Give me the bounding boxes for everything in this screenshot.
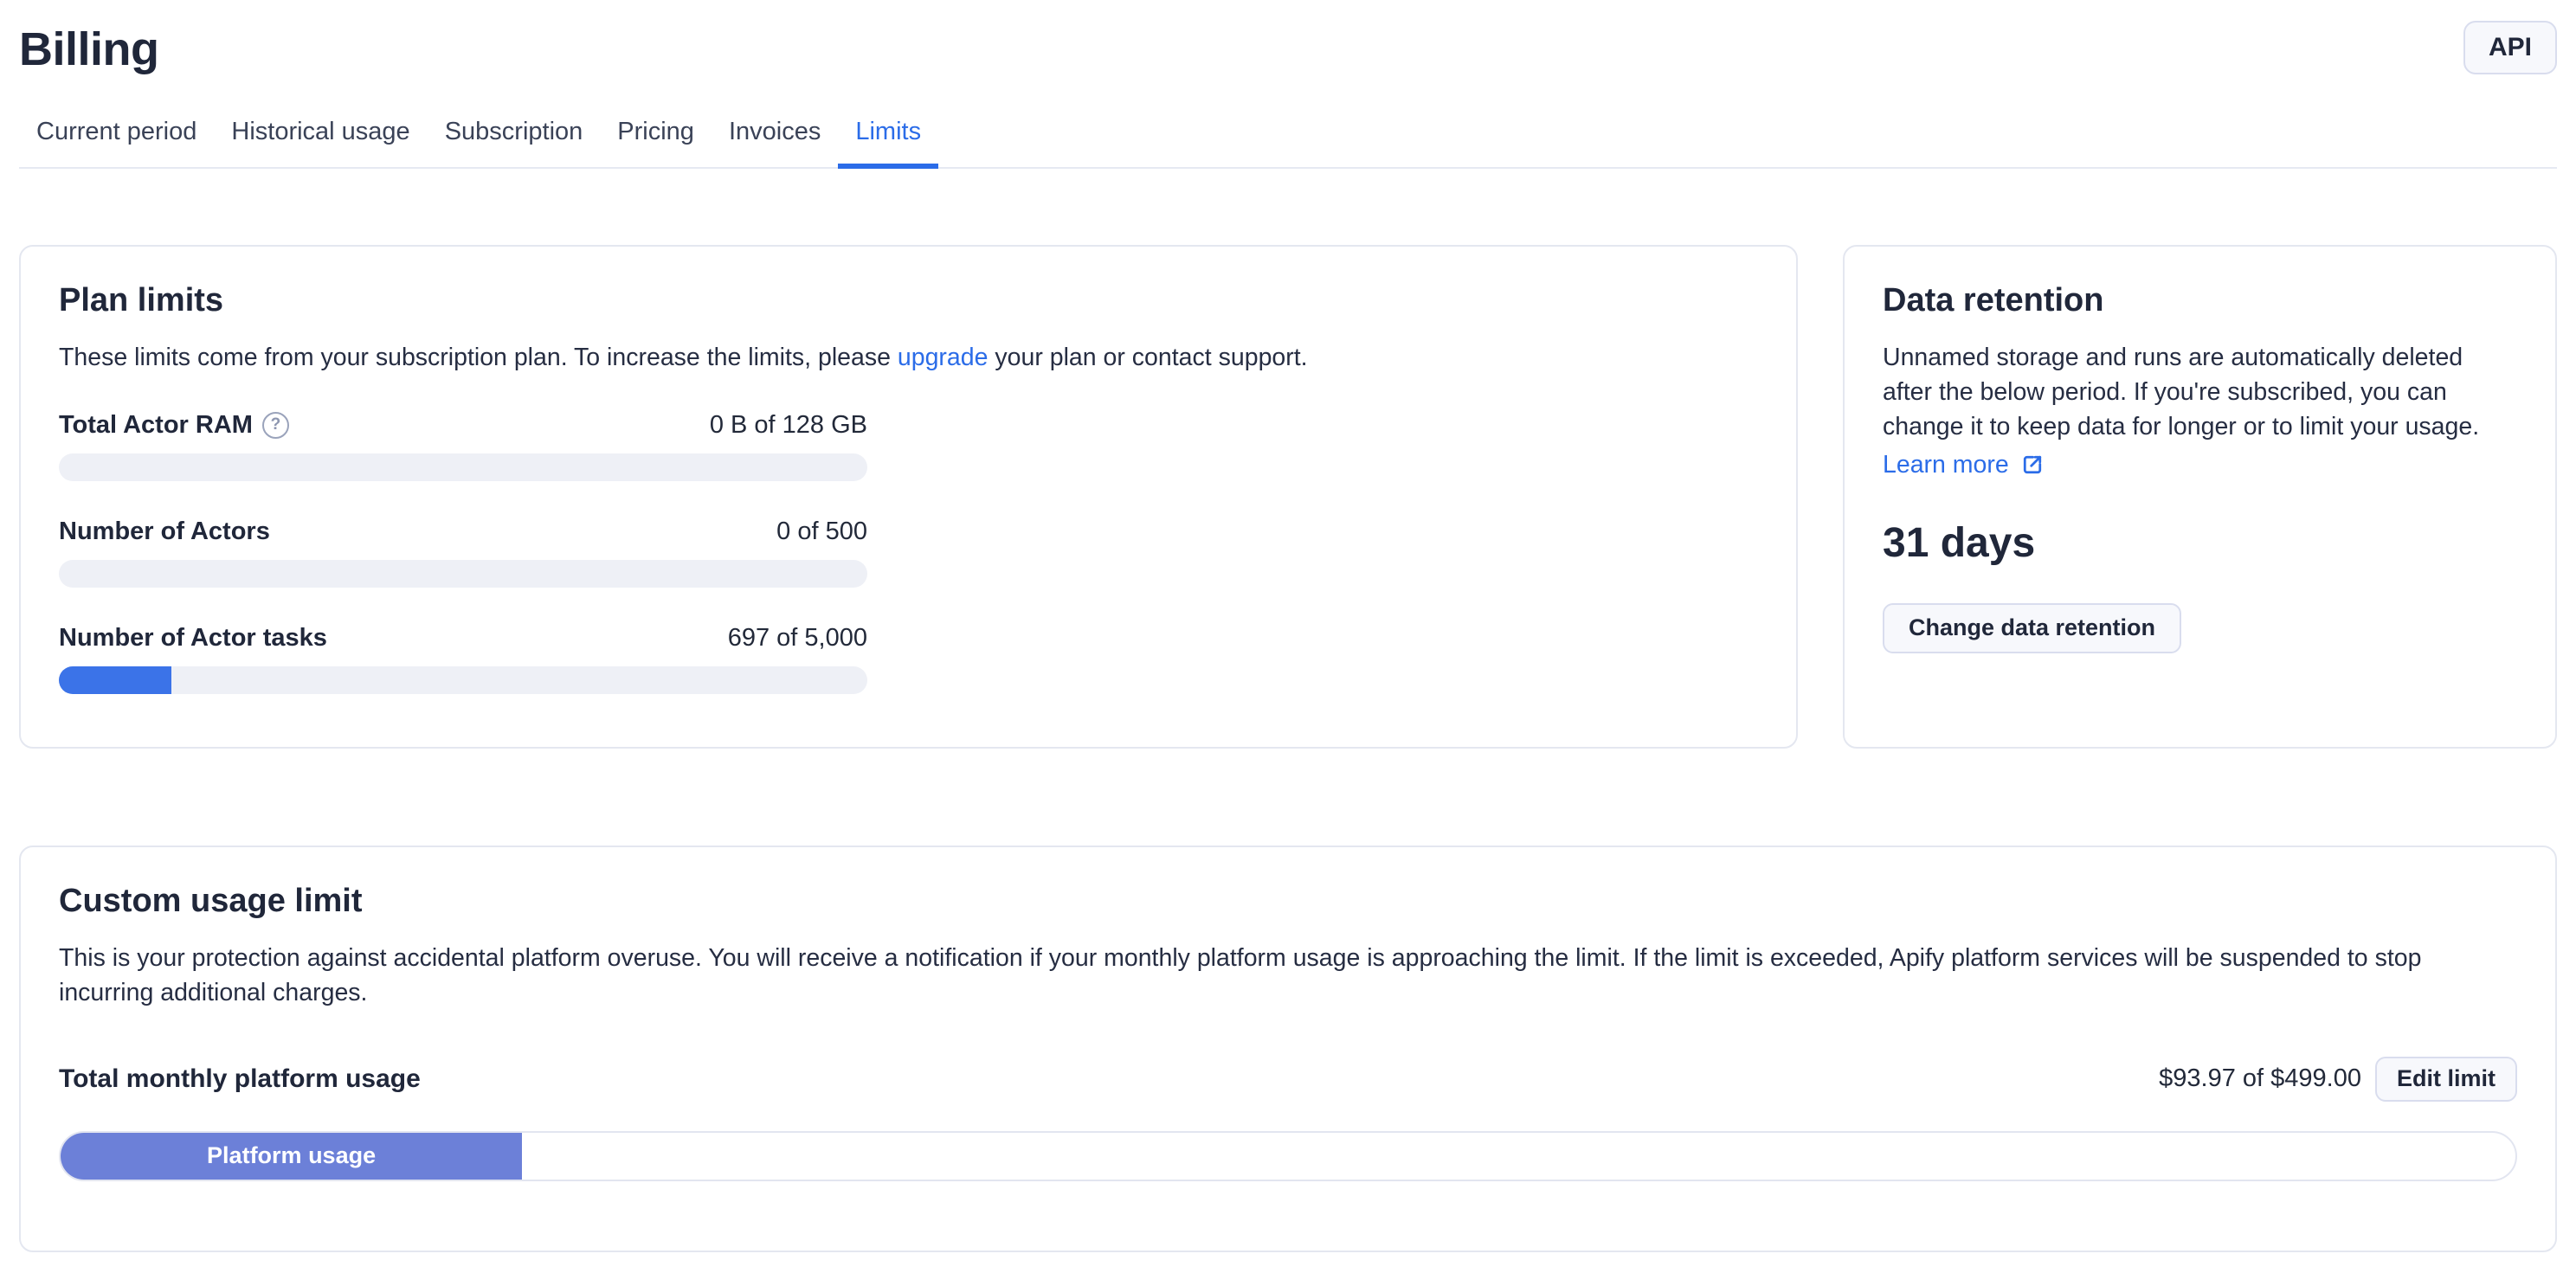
tab-invoices[interactable]: Invoices: [712, 106, 838, 169]
billing-page: Billing API Current period Historical us…: [0, 0, 2576, 1286]
plan-limits-title: Plan limits: [59, 281, 1758, 321]
page-title: Billing: [19, 23, 2557, 76]
limit-value: 697 of 5,000: [728, 624, 867, 653]
limit-label: Number of Actors: [59, 518, 270, 546]
limit-value: 0 B of 128 GB: [710, 411, 867, 440]
limit-label: Total Actor RAM ?: [59, 411, 289, 440]
custom-usage-limit-card: Custom usage limit This is your protecti…: [19, 846, 2557, 1252]
edit-limit-button[interactable]: Edit limit: [2375, 1057, 2517, 1102]
data-retention-card: Data retention Unnamed storage and runs …: [1843, 245, 2557, 749]
data-retention-description: Unnamed storage and runs are automatical…: [1883, 340, 2517, 444]
limit-label-text: Number of Actor tasks: [59, 624, 327, 653]
platform-usage-bar-track: Platform usage: [59, 1131, 2517, 1181]
top-cards-row: Plan limits These limits come from your …: [19, 245, 2557, 749]
plan-limits-card: Plan limits These limits come from your …: [19, 245, 1798, 749]
custom-usage-limit-description: This is your protection against accident…: [59, 941, 2517, 1010]
usage-amount: $93.97 of $499.00: [2159, 1064, 2361, 1093]
external-link-icon: [2019, 452, 2045, 478]
billing-tabs: Current period Historical usage Subscrip…: [19, 106, 2557, 169]
change-data-retention-button[interactable]: Change data retention: [1883, 603, 2181, 653]
progress-bar-track: [59, 666, 867, 694]
progress-bar-fill: [59, 666, 171, 694]
platform-usage-bar-label: Platform usage: [207, 1142, 376, 1169]
tab-historical-usage[interactable]: Historical usage: [214, 106, 427, 169]
limit-label-text: Number of Actors: [59, 518, 270, 546]
tab-limits[interactable]: Limits: [838, 106, 938, 169]
plan-limits-description-prefix: These limits come from your subscription…: [59, 344, 898, 371]
limit-row-header: Number of Actor tasks 697 of 5,000: [59, 624, 867, 653]
limit-row-header: Number of Actors 0 of 500: [59, 518, 867, 546]
progress-bar-track: [59, 453, 867, 481]
limit-row-number-of-actors: Number of Actors 0 of 500: [59, 518, 867, 588]
usage-row: Total monthly platform usage $93.97 of $…: [59, 1057, 2517, 1102]
page-header: Billing API: [19, 0, 2557, 76]
limit-row-total-actor-ram: Total Actor RAM ? 0 B of 128 GB: [59, 411, 867, 481]
retention-value: 31 days: [1883, 519, 2517, 567]
tab-pricing[interactable]: Pricing: [600, 106, 712, 169]
api-button[interactable]: API: [2463, 21, 2557, 74]
upgrade-link[interactable]: upgrade: [898, 344, 989, 371]
billing-limits-content: Plan limits These limits come from your …: [19, 245, 2557, 1252]
limit-value: 0 of 500: [776, 518, 867, 546]
limit-label: Number of Actor tasks: [59, 624, 327, 653]
usage-right-group: $93.97 of $499.00 Edit limit: [2159, 1057, 2517, 1102]
limit-row-header: Total Actor RAM ? 0 B of 128 GB: [59, 411, 867, 440]
plan-limits-description-suffix: your plan or contact support.: [988, 344, 1307, 371]
usage-label: Total monthly platform usage: [59, 1064, 421, 1094]
limit-label-text: Total Actor RAM: [59, 411, 253, 440]
tab-subscription[interactable]: Subscription: [428, 106, 601, 169]
learn-more-link[interactable]: Learn more: [1883, 451, 2045, 479]
limit-row-number-of-actor-tasks: Number of Actor tasks 697 of 5,000: [59, 624, 867, 694]
plan-limits-list: Total Actor RAM ? 0 B of 128 GB Nu: [59, 411, 867, 694]
platform-usage-bar-fill: Platform usage: [61, 1133, 522, 1180]
help-icon[interactable]: ?: [262, 412, 289, 439]
custom-usage-limit-title: Custom usage limit: [59, 882, 2517, 922]
data-retention-title: Data retention: [1883, 281, 2517, 321]
progress-bar-track: [59, 560, 867, 588]
plan-limits-description: These limits come from your subscription…: [59, 340, 1758, 375]
tab-current-period[interactable]: Current period: [19, 106, 214, 169]
learn-more-label: Learn more: [1883, 451, 2009, 479]
